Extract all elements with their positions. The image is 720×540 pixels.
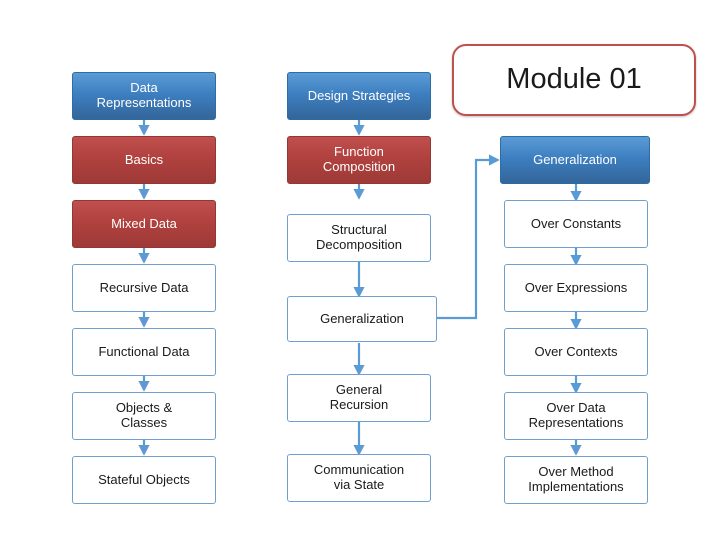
module-title-text: Module 01 (506, 63, 642, 96)
node-over-expressions[interactable]: Over Expressions (504, 264, 648, 312)
node-label: Structural Decomposition (316, 222, 402, 252)
node-generalization-strategy[interactable]: Generalization (287, 296, 437, 342)
column-header-data-representations: Data Representations (72, 72, 216, 120)
node-over-constants[interactable]: Over Constants (504, 200, 648, 248)
node-label: Functional Data (98, 343, 190, 359)
node-structural-decomposition[interactable]: Structural Decomposition (287, 214, 431, 262)
diagram-canvas: Module 01 Data Representations Basics Mi… (0, 0, 720, 540)
node-over-contexts[interactable]: Over Contexts (504, 328, 648, 376)
node-label: Over Method Implementations (528, 464, 624, 494)
node-label: Over Contexts (534, 343, 618, 359)
column-header-label: Data Representations (96, 80, 192, 110)
node-label: Basics (124, 151, 164, 167)
node-label: Stateful Objects (98, 471, 190, 487)
node-mixed-data[interactable]: Mixed Data (72, 200, 216, 248)
node-label: Over Expressions (524, 279, 628, 295)
node-stateful-objects[interactable]: Stateful Objects (72, 456, 216, 504)
node-label: Over Constants (530, 215, 622, 231)
node-recursive-data[interactable]: Recursive Data (72, 264, 216, 312)
node-label: Recursive Data (99, 279, 189, 295)
module-title-callout: Module 01 (452, 44, 696, 116)
column-header-label: Design Strategies (307, 87, 411, 103)
node-function-composition[interactable]: Function Composition (287, 136, 431, 184)
node-general-recursion[interactable]: General Recursion (287, 374, 431, 422)
node-over-data-representations[interactable]: Over Data Representations (504, 392, 648, 440)
node-label: Mixed Data (111, 215, 177, 231)
node-label: Communication via State (313, 462, 405, 492)
node-objects-and-classes[interactable]: Objects & Classes (72, 392, 216, 440)
column-header-generalization: Generalization (500, 136, 650, 184)
node-basics[interactable]: Basics (72, 136, 216, 184)
node-label: Generalization (320, 310, 404, 326)
node-label: Function Composition (322, 144, 396, 174)
node-functional-data[interactable]: Functional Data (72, 328, 216, 376)
column-header-label: Generalization (533, 151, 617, 167)
node-over-method-implementations[interactable]: Over Method Implementations (504, 456, 648, 504)
node-label: Over Data Representations (528, 400, 624, 430)
column-header-design-strategies: Design Strategies (287, 72, 431, 120)
node-label: Objects & Classes (115, 400, 173, 430)
node-communication-via-state[interactable]: Communication via State (287, 454, 431, 502)
node-label: General Recursion (329, 382, 389, 412)
